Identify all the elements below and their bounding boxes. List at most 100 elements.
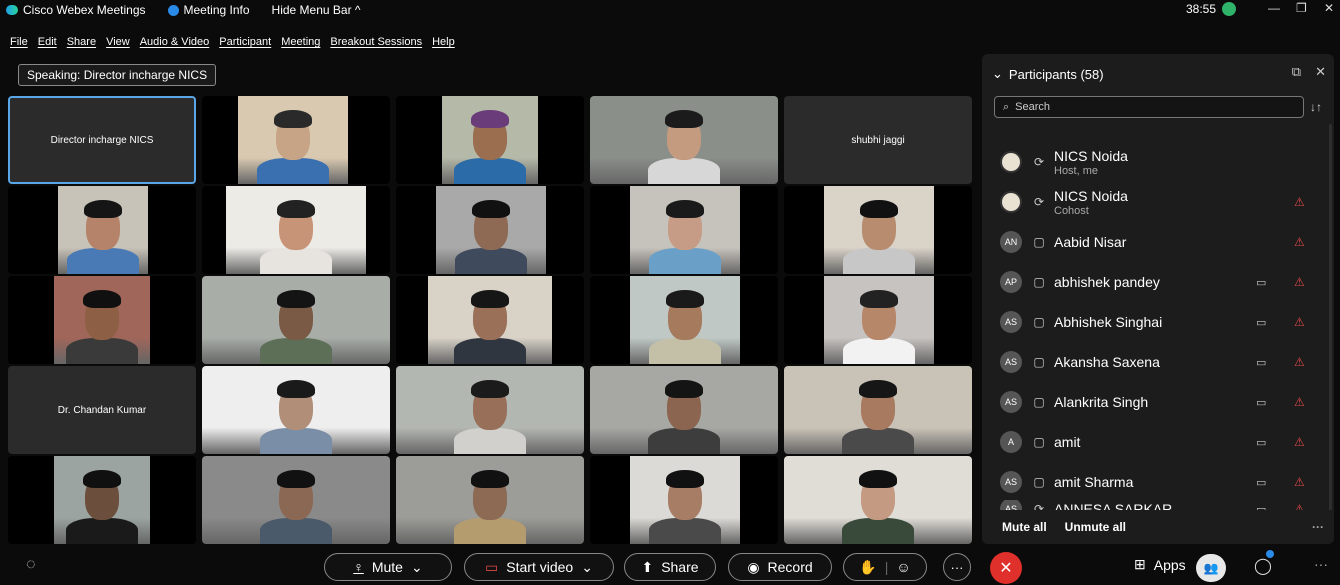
menu-view[interactable]: View [106,36,130,50]
menu-meeting[interactable]: Meeting [281,36,320,50]
video-tile-name-only[interactable]: Director incharge NICS [8,96,196,184]
mute-button[interactable]: ♀ Mute ⌄ [324,553,452,581]
mic-muted-icon[interactable]: ⚠ [1294,475,1305,489]
mute-all-button[interactable]: Mute all [1002,520,1047,534]
record-button[interactable]: ◉ Record [728,553,832,581]
overflow-menu-icon[interactable]: ··· [1314,556,1328,572]
video-camera-icon: ▭ [1256,436,1267,449]
close-icon[interactable]: ✕ [1324,1,1334,15]
unmute-all-button[interactable]: Unmute all [1065,520,1126,534]
participant-row[interactable]: AN ▢ Aabid Nisar ⚠ [1000,224,1330,260]
menu-share[interactable]: Share [67,36,96,50]
chat-button[interactable]: ◯ [1254,550,1274,576]
participant-row[interactable]: ⟳ NICS Noida Cohost ⚠ [1000,184,1330,220]
participant-body [649,518,721,544]
mic-muted-icon[interactable]: ⚠ [1294,395,1305,409]
sort-icon[interactable]: ↓↑ [1310,100,1322,114]
close-panel-icon[interactable]: ✕ [1315,64,1326,80]
video-tile[interactable] [202,96,390,184]
more-controls-button[interactable]: ··· [943,553,971,581]
menu-help[interactable]: Help [432,36,455,50]
participant-body [257,158,329,184]
participant-video [630,186,740,274]
participants-header[interactable]: ⌄ Participants (58) [992,66,1104,82]
video-tile[interactable] [590,366,778,454]
participants-icon: 👥 [1203,561,1219,575]
device-settings-icon[interactable]: ◌ [26,556,36,574]
participant-row[interactable]: AS ▢ amit Sharma ▭ ⚠ [1000,464,1330,500]
share-button[interactable]: ⬆ Share [624,553,716,581]
video-tile[interactable] [8,456,196,544]
participant-name: NICS Noida [1054,187,1128,204]
menu-participant[interactable]: Participant [219,36,271,50]
mic-muted-icon[interactable]: ⚠ [1294,355,1305,369]
participant-hair [860,290,898,308]
participant-name-block: amit [1054,434,1080,450]
mic-muted-icon[interactable]: ⚠ [1294,435,1305,449]
mic-muted-icon[interactable]: ⚠ [1294,275,1305,289]
participant-name-block: NICS Noida Cohost [1054,188,1128,217]
video-tile[interactable] [202,366,390,454]
hide-menu-bar-button[interactable]: Hide Menu Bar ^ [272,3,361,17]
participant-list-scrollbar[interactable] [1329,124,1332,524]
mic-muted-icon[interactable]: ⚠ [1294,315,1305,329]
emoji-icon[interactable]: ☺ [896,559,910,575]
participant-row[interactable]: AP ▢ abhishek pandey ▭ ⚠ [1000,264,1330,300]
menu-audio-video[interactable]: Audio & Video [140,36,210,50]
participant-name: amit [1054,434,1081,450]
device-icon: ▢ [1033,395,1045,409]
video-tile-name-only[interactable]: Dr. Chandan Kumar [8,366,196,454]
mic-muted-icon[interactable]: ⚠ [1294,235,1305,249]
leave-meeting-button[interactable]: ✕ [990,552,1022,584]
participant-row[interactable]: AS ▢ Abhishek Singhai ▭ ⚠ [1000,304,1330,340]
raise-hand-icon[interactable]: ✋ [859,559,876,576]
video-tile[interactable] [590,276,778,364]
participant-body [649,338,721,364]
avatar [1000,191,1022,213]
video-tile[interactable] [202,456,390,544]
video-tile[interactable] [784,186,972,274]
video-tile[interactable] [784,276,972,364]
avatar [1000,151,1022,173]
participant-body [843,338,915,364]
participants-toggle-button[interactable]: 👥 [1196,554,1226,582]
video-tile[interactable] [396,96,584,184]
video-tile[interactable] [396,456,584,544]
video-tile[interactable] [784,366,972,454]
video-tile[interactable] [202,186,390,274]
participant-hair [666,200,704,218]
participant-name: amit Sharma [1054,474,1134,490]
video-tile[interactable] [590,186,778,274]
video-tile-name-only[interactable]: shubhi jaggi [784,96,972,184]
device-icon: ▢ [1033,315,1045,329]
more-options-icon[interactable]: ··· [1312,520,1324,534]
menu-bar: File Edit Share View Audio & Video Parti… [0,36,455,50]
video-tile[interactable] [8,276,196,364]
video-tile[interactable] [8,186,196,274]
video-tile[interactable] [202,276,390,364]
video-tile[interactable] [396,276,584,364]
device-icon: ▢ [1033,275,1045,289]
participant-hair [471,470,509,488]
mic-muted-icon[interactable]: ⚠ [1294,195,1305,209]
participant-row[interactable]: AS ▢ Akansha Saxena ▭ ⚠ [1000,344,1330,380]
video-tile[interactable] [784,456,972,544]
participant-row[interactable]: A ▢ amit ▭ ⚠ [1000,424,1330,460]
video-tile[interactable] [396,186,584,274]
popout-icon[interactable]: ⧉ [1292,64,1301,80]
menu-file[interactable]: File [10,36,28,50]
meeting-info-button[interactable]: Meeting Info [167,3,250,17]
video-tile[interactable] [590,96,778,184]
menu-edit[interactable]: Edit [38,36,57,50]
participant-row[interactable]: ⟳ NICS Noida Host, me [1000,144,1330,180]
webex-window: Cisco Webex Meetings Meeting Info Hide M… [0,0,1340,585]
video-tile[interactable] [396,366,584,454]
start-video-button[interactable]: ▭ Start video ⌄ [464,553,614,581]
menu-breakout-sessions[interactable]: Breakout Sessions [330,36,422,50]
video-tile[interactable] [590,456,778,544]
participant-row[interactable]: AS ▢ Alankrita Singh ▭ ⚠ [1000,384,1330,420]
apps-button[interactable]: ⊞ Apps [1134,556,1186,573]
participant-search-input[interactable]: ⌕ Search [994,96,1304,118]
minimize-icon[interactable]: — [1268,1,1280,15]
restore-icon[interactable]: ❐ [1296,1,1307,15]
